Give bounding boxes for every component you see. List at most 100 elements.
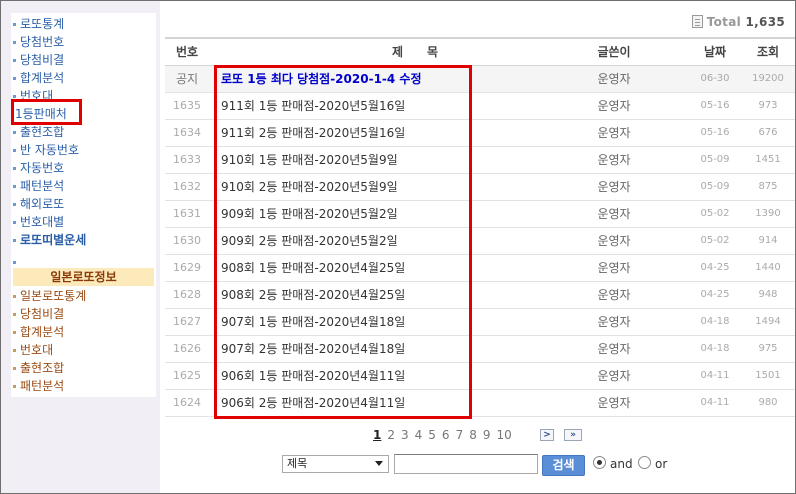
post-date: 04-11 — [700, 397, 730, 408]
page-link-9[interactable]: 9 — [483, 428, 491, 442]
sidebar-item-sum-analysis[interactable]: 합계분석 — [13, 69, 64, 87]
bullet-icon — [13, 131, 16, 134]
highlight-box-sidebar — [11, 99, 82, 125]
sidebar-item-label: 반 자동번호 — [20, 143, 80, 157]
post-number: 1630 — [173, 234, 201, 247]
page-link-4[interactable]: 4 — [415, 428, 423, 442]
bullet-icon — [13, 167, 16, 170]
post-date: 05-09 — [700, 154, 730, 165]
post-number: 1633 — [173, 153, 201, 166]
radio-and[interactable] — [593, 456, 606, 469]
page-link-1[interactable]: 1 — [373, 428, 381, 442]
sidebar-item-winning-numbers[interactable]: 당첨번호 — [13, 33, 64, 51]
sidebar-item-semi-auto-numbers[interactable]: 반 자동번호 — [13, 141, 79, 159]
post-writer: 운영자 — [597, 261, 631, 275]
sidebar-item-winning-tips[interactable]: 당첨비결 — [13, 51, 64, 69]
post-hits: 875 — [758, 181, 778, 192]
search-input[interactable] — [394, 454, 538, 474]
bullet-icon — [13, 239, 16, 242]
post-writer: 운영자 — [597, 315, 631, 329]
post-writer: 운영자 — [597, 396, 631, 410]
radio-or-label: or — [655, 457, 668, 471]
sidebar-item-label: 당첨비결 — [20, 53, 65, 67]
sidebar-item-japan-sum-analysis[interactable]: 합계분석 — [13, 323, 64, 341]
sidebar-item-japan-appearance-combos[interactable]: 출현조합 — [13, 359, 64, 377]
header-date: 날짜 — [703, 45, 727, 59]
sidebar-item-label: 패턴분석 — [20, 379, 65, 393]
search-field-select[interactable]: 제목 — [282, 455, 389, 473]
post-writer: 운영자 — [597, 369, 631, 383]
post-date: 05-16 — [700, 100, 730, 111]
sidebar-spacer — [13, 253, 154, 267]
post-date: 04-18 — [700, 343, 730, 354]
bullet-icon — [13, 185, 16, 188]
bullet-icon — [13, 221, 16, 224]
page-link-5[interactable]: 5 — [428, 428, 436, 442]
post-number: 1627 — [173, 315, 201, 328]
post-number: 1626 — [173, 342, 201, 355]
post-date: 05-09 — [700, 181, 730, 192]
bullet-icon — [13, 23, 16, 26]
page-link-7[interactable]: 7 — [456, 428, 464, 442]
dropdown-arrow-icon — [375, 461, 383, 466]
post-date: 05-02 — [700, 208, 730, 219]
post-writer: 운영자 — [597, 99, 631, 113]
post-number: 1624 — [173, 396, 201, 409]
sidebar-item-japan-number-range[interactable]: 번호대 — [13, 341, 53, 359]
sidebar-item-lotto-stats[interactable]: 로또통계 — [13, 15, 64, 33]
post-hits: 1440 — [755, 262, 781, 273]
radio-and-label: and — [610, 457, 633, 471]
post-writer: 운영자 — [597, 234, 631, 248]
radio-or[interactable] — [638, 456, 651, 469]
post-hits: 1494 — [755, 316, 781, 327]
page-link-2[interactable]: 2 — [387, 428, 395, 442]
sidebar-item-pattern-analysis[interactable]: 패턴분석 — [13, 177, 64, 195]
bullet-icon — [13, 313, 16, 316]
post-hits: 948 — [758, 289, 778, 300]
pagination: 1 2 3 4 5 6 7 8 9 10 — [373, 428, 518, 442]
last-page-button[interactable]: » — [564, 429, 582, 441]
sidebar-item-label: 합계분석 — [20, 71, 65, 85]
sidebar-item-label: 일본로또통계 — [20, 289, 87, 303]
page-link-8[interactable]: 8 — [469, 428, 477, 442]
sidebar-item-by-number-range[interactable]: 번호대별 — [13, 213, 64, 231]
bullet-icon — [13, 95, 16, 98]
document-icon — [691, 15, 703, 28]
post-number: 1634 — [173, 126, 201, 139]
page-link-3[interactable]: 3 — [401, 428, 409, 442]
header-subject: 제 목 — [391, 45, 439, 59]
post-date: 06-30 — [700, 73, 730, 84]
sidebar-item-zodiac-fortune[interactable]: 로또띠별운세 — [13, 231, 86, 249]
search-field-value: 제목 — [287, 457, 308, 470]
post-date: 04-25 — [700, 262, 730, 273]
post-hits: 975 — [758, 343, 778, 354]
header-hits: 조회 — [756, 45, 780, 59]
page-link-10[interactable]: 10 — [496, 428, 511, 442]
post-number: 1631 — [173, 207, 201, 220]
post-hits: 676 — [758, 127, 778, 138]
post-writer: 운영자 — [597, 342, 631, 356]
header-writer: 글쓴이 — [597, 45, 631, 59]
post-number: 공지 — [175, 72, 199, 86]
sidebar-item-label: 당첨비결 — [20, 307, 65, 321]
sidebar-item-label: 로또통계 — [20, 17, 65, 31]
next-page-button[interactable]: > — [540, 429, 554, 441]
post-writer: 운영자 — [597, 126, 631, 140]
sidebar-item-overseas-lotto[interactable]: 해외로또 — [13, 195, 64, 213]
sidebar-item-japan-lotto-stats[interactable]: 일본로또통계 — [13, 287, 86, 305]
sidebar-item-label: 로또띠별운세 — [20, 233, 87, 247]
page-link-6[interactable]: 6 — [442, 428, 450, 442]
bullet-icon — [13, 331, 16, 334]
sidebar-item-label: 자동번호 — [20, 161, 65, 175]
sidebar-item-label: 합계분석 — [20, 325, 65, 339]
post-number: 1629 — [173, 261, 201, 274]
sidebar-item-auto-numbers[interactable]: 자동번호 — [13, 159, 64, 177]
search-button[interactable]: 검색 — [542, 455, 585, 476]
sidebar-item-japan-winning-tips[interactable]: 당첨비결 — [13, 305, 64, 323]
sidebar-item-appearance-combos[interactable]: 출현조합 — [13, 123, 64, 141]
post-hits: 1390 — [755, 208, 781, 219]
sidebar-item-japan-pattern-analysis[interactable]: 패턴분석 — [13, 377, 64, 395]
highlight-box-subjects — [214, 65, 472, 419]
sidebar-item-label: 해외로또 — [20, 197, 65, 211]
post-hits: 980 — [758, 397, 778, 408]
